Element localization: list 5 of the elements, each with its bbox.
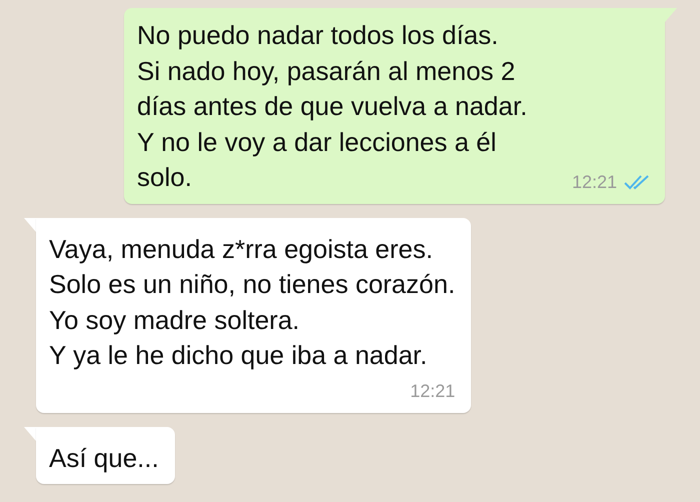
message-time: 12:21: [410, 380, 456, 402]
message-time: 12:21: [572, 170, 617, 194]
message-text: Vaya, menuda z*rra egoista eres. Solo es un niño, no tienes corazón. Yo soy madre soltera. Y ya le he dicho que iba a nadar.: [49, 232, 456, 372]
message-text: No puedo nadar todos los días. Si nado hoy, pasarán al menos 2 días antes de que vuelva a nadar. Y no le voy a dar lecciones a él solo.: [137, 19, 528, 194]
message-text: Así que...: [49, 442, 159, 474]
